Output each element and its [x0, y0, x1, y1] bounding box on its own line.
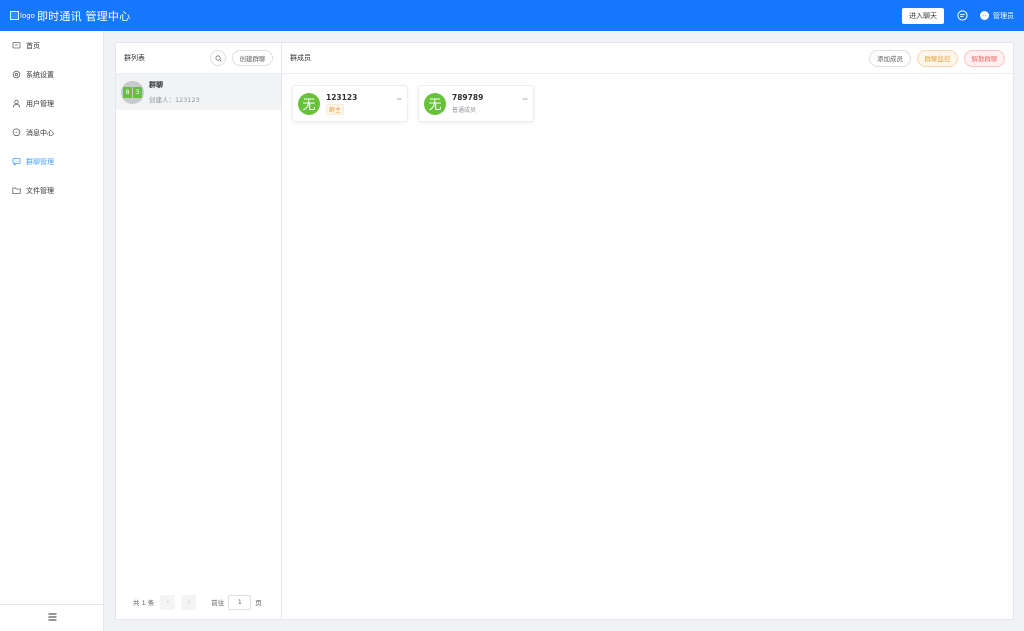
- member-card[interactable]: 无 123123 群主 ···: [292, 85, 408, 122]
- enter-chat-button[interactable]: 进入聊天: [902, 7, 944, 24]
- pagination-total: 共 1 条: [133, 599, 155, 607]
- sidebar-item-label: 用户管理: [26, 99, 54, 108]
- search-button[interactable]: [210, 50, 226, 66]
- admin-name: 管理员: [993, 11, 1014, 20]
- messenger-icon: [980, 11, 989, 20]
- monitor-group-button[interactable]: 群聊监控: [917, 49, 958, 67]
- dissolve-group-button[interactable]: 解散群聊: [964, 49, 1005, 67]
- sidebar-item-users[interactable]: 用户管理: [0, 89, 103, 118]
- sidebar-item-label: 消息中心: [26, 128, 54, 137]
- group-list-title: 群列表: [124, 54, 145, 62]
- admin-menu[interactable]: 管理员: [980, 11, 1014, 21]
- page-number-input[interactable]: [228, 594, 252, 610]
- more-options-icon[interactable]: ···: [522, 95, 528, 104]
- member-name: 789789: [452, 93, 484, 102]
- broken-image-icon: [10, 11, 19, 20]
- group-list-header: 群列表 创建群聊: [116, 43, 281, 74]
- chat-bubble-icon: [12, 128, 21, 137]
- member-role-tag: 群主: [326, 103, 345, 115]
- menu-icon: [48, 613, 57, 623]
- sidebar-item-settings[interactable]: 系统设置: [0, 60, 103, 89]
- members-panel: 群成员 添加成员 群聊监控 解散群聊 无 123123 群主 ··· 无 789…: [282, 43, 1013, 619]
- add-member-button[interactable]: 添加成员: [869, 49, 911, 67]
- sidebar-item-files[interactable]: 文件管理: [0, 176, 103, 205]
- members-header: 群成员 添加成员 群聊监控 解散群聊: [282, 43, 1013, 74]
- sidebar-item-group-chats[interactable]: 群聊管理: [0, 147, 103, 176]
- user-icon: [12, 99, 21, 108]
- sidebar-item-home[interactable]: 首页: [0, 31, 103, 60]
- header-actions: 进入聊天 管理员: [902, 7, 1014, 24]
- app-title: 即时通讯 管理中心: [36, 9, 131, 23]
- goto-prefix: 前往: [211, 599, 225, 607]
- group-chat-icon: [12, 157, 21, 166]
- main-content: 群列表 创建群聊 8 3 群聊 创建人：123123 共 1 条 ‹ › 前往 …: [115, 42, 1014, 620]
- list-item[interactable]: 8 3 群聊 创建人：123123: [116, 74, 281, 110]
- member-name: 123123: [326, 92, 358, 102]
- next-page-button[interactable]: ›: [181, 594, 197, 610]
- search-icon: [215, 55, 222, 62]
- home-icon: [12, 41, 21, 50]
- pagination: 共 1 条 ‹ › 前往 页: [116, 585, 281, 619]
- members-title: 群成员: [290, 54, 311, 62]
- sidebar: 首页 系统设置 用户管理 消息中心 群聊管理 文件管理: [0, 31, 104, 631]
- folder-icon: [12, 186, 21, 195]
- member-avatar: 无: [424, 92, 446, 115]
- more-options-icon[interactable]: ···: [396, 95, 402, 104]
- member-card[interactable]: 无 789789 普通成员 ···: [418, 85, 534, 122]
- collapse-toggle[interactable]: [0, 604, 104, 631]
- prev-page-button[interactable]: ‹: [160, 594, 176, 610]
- logo-image: logo: [10, 11, 35, 20]
- group-avatar: 8 3: [121, 80, 144, 104]
- avatar-char: 8: [123, 86, 133, 98]
- avatar-char: 3: [135, 88, 140, 96]
- sidebar-item-label: 系统设置: [26, 70, 54, 79]
- goto-page: 前往 页: [211, 594, 262, 610]
- message-icon[interactable]: [956, 10, 968, 22]
- member-avatar: 无: [298, 92, 320, 115]
- group-creator: 创建人：123123: [149, 96, 200, 104]
- sidebar-item-label: 群聊管理: [26, 157, 54, 166]
- member-role: 普通成员: [452, 107, 477, 114]
- sidebar-item-messages[interactable]: 消息中心: [0, 118, 103, 147]
- sidebar-item-label: 首页: [26, 41, 40, 50]
- group-list-panel: 群列表 创建群聊 8 3 群聊 创建人：123123 共 1 条 ‹ › 前往 …: [116, 43, 282, 619]
- gear-icon: [12, 70, 21, 79]
- create-group-button[interactable]: 创建群聊: [232, 50, 273, 66]
- top-header: logo 即时通讯 管理中心 进入聊天 管理员: [0, 0, 1024, 31]
- logo-alt-text: logo: [20, 11, 35, 20]
- goto-suffix: 页: [255, 599, 262, 607]
- brand[interactable]: logo 即时通讯 管理中心: [10, 8, 130, 24]
- group-name: 群聊: [149, 81, 163, 89]
- sidebar-item-label: 文件管理: [26, 186, 54, 195]
